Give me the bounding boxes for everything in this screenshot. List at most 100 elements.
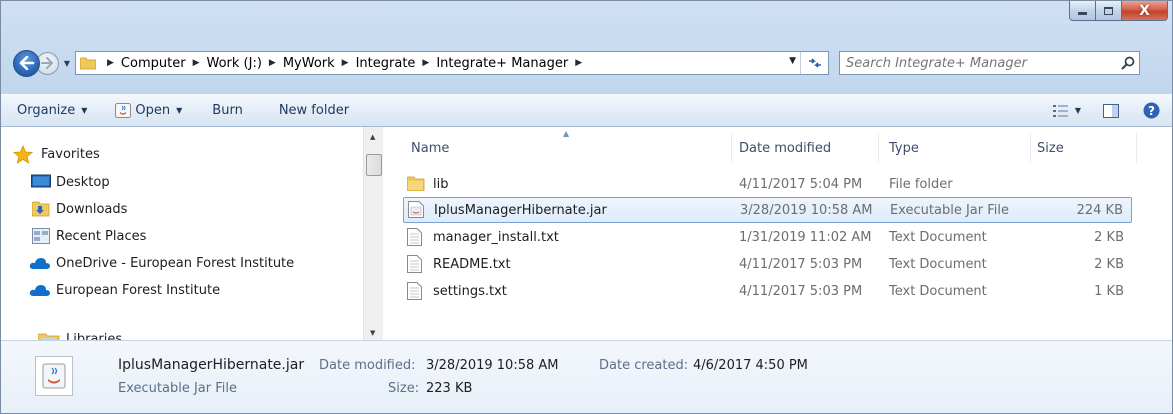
recent-pages-dropdown[interactable]: ▼ — [61, 59, 73, 68]
scroll-down-icon[interactable]: ▼ — [370, 329, 375, 337]
file-name: README.txt — [433, 256, 511, 272]
sort-ascending-icon: ▲ — [563, 129, 570, 138]
breadcrumb-integrate-manager[interactable]: Integrate+ Manager — [436, 56, 568, 71]
sidebar-item-label: Libraries — [66, 332, 123, 340]
file-row-readme-txt[interactable]: README.txt 4/11/2017 5:03 PM Text Docume… — [403, 252, 1132, 278]
favorites-label: Favorites — [41, 147, 100, 162]
column-header-label: Name — [411, 140, 450, 156]
column-divider[interactable] — [878, 133, 879, 163]
burn-button[interactable]: Burn — [212, 103, 243, 118]
navigation-pane-scrollbar[interactable]: ▲ ▼ — [363, 127, 383, 340]
jar-file-icon — [408, 201, 424, 218]
help-button[interactable]: ? — [1143, 102, 1160, 119]
file-type: Text Document — [889, 283, 987, 299]
caption-buttons: X — [1069, 1, 1168, 21]
breadcrumb-work-drive[interactable]: Work (J:) — [206, 56, 261, 71]
file-type: Text Document — [889, 256, 987, 272]
preview-pane-button[interactable] — [1103, 103, 1119, 118]
breadcrumb-computer[interactable]: Computer — [121, 56, 186, 71]
jar-app-icon — [115, 102, 132, 118]
file-row-lib[interactable]: lib 4/11/2017 5:04 PM File folder — [403, 172, 1132, 198]
search-box[interactable] — [839, 51, 1140, 75]
command-bar: Organize ▼ Open ▼ Burn New folder ▼ ? — [1, 94, 1172, 127]
column-header-label: Size — [1037, 140, 1064, 156]
address-bar[interactable]: ▶ Computer ▶ Work (J:) ▶ MyWork ▶ Integr… — [75, 51, 829, 75]
nav-onedrive[interactable]: OneDrive - European Forest Institute — [29, 256, 294, 271]
scroll-up-icon[interactable]: ▲ — [370, 133, 375, 141]
file-type: Executable Jar File — [890, 202, 1009, 218]
new-folder-label: New folder — [278, 102, 350, 118]
column-header-name[interactable]: Name ▲ — [411, 127, 731, 169]
nav-libraries[interactable]: Libraries — [38, 332, 123, 340]
breadcrumb-separator-icon[interactable]: ▶ — [342, 58, 349, 68]
preview-pane-icon — [1103, 103, 1119, 118]
minimize-button[interactable] — [1069, 1, 1096, 21]
file-date: 4/11/2017 5:04 PM — [739, 176, 863, 192]
scrollbar-thumb[interactable] — [366, 154, 382, 176]
recent-places-icon — [32, 228, 50, 244]
desktop-icon — [31, 174, 51, 188]
refresh-button[interactable] — [800, 52, 828, 74]
new-folder-button[interactable]: New folder — [279, 103, 349, 118]
breadcrumb-separator-icon[interactable]: ▶ — [107, 58, 114, 68]
burn-label: Burn — [212, 102, 243, 118]
change-view-button[interactable]: ▼ — [1052, 104, 1081, 117]
navigation-pane: Favorites Desktop Downloads Recent Place… — [1, 127, 367, 340]
nav-downloads[interactable]: Downloads — [32, 201, 128, 217]
maximize-icon — [1104, 6, 1113, 15]
file-row-settings-txt[interactable]: settings.txt 4/11/2017 5:03 PM Text Docu… — [403, 279, 1132, 305]
column-divider[interactable] — [1136, 133, 1137, 163]
column-header-size[interactable]: Size — [1037, 127, 1127, 169]
file-date: 4/11/2017 5:03 PM — [739, 283, 863, 299]
sidebar-item-label: Desktop — [56, 175, 110, 190]
column-divider[interactable] — [1030, 133, 1031, 163]
nav-recent-places[interactable]: Recent Places — [32, 228, 146, 244]
breadcrumb-separator-icon[interactable]: ▶ — [193, 58, 200, 68]
address-dropdown-icon[interactable]: ▼ — [789, 56, 796, 66]
nav-european-forest-institute[interactable]: European Forest Institute — [29, 283, 221, 298]
details-filename: IplusManagerHibernate.jar — [118, 357, 305, 373]
file-size: 2 KB — [1094, 229, 1124, 245]
file-date: 4/11/2017 5:03 PM — [739, 256, 863, 272]
nav-favorites[interactable]: Favorites — [13, 145, 100, 164]
breadcrumb-integrate[interactable]: Integrate — [356, 56, 416, 71]
search-icon[interactable] — [1117, 56, 1139, 70]
organize-button[interactable]: Organize ▼ — [17, 103, 87, 118]
file-name: manager_install.txt — [433, 229, 559, 245]
cloud-icon — [29, 285, 50, 296]
breadcrumb-separator-icon[interactable]: ▶ — [269, 58, 276, 68]
downloads-icon — [32, 201, 50, 217]
help-icon: ? — [1143, 102, 1160, 119]
nav-desktop[interactable]: Desktop — [31, 174, 110, 190]
file-size: 1 KB — [1094, 283, 1124, 299]
sidebar-item-label: European Forest Institute — [56, 283, 221, 298]
details-size-label: Size: — [388, 381, 420, 396]
file-row-manager-install-txt[interactable]: manager_install.txt 1/31/2019 11:02 AM T… — [403, 225, 1132, 251]
file-size: 224 KB — [1076, 202, 1123, 218]
breadcrumb-separator-icon[interactable]: ▶ — [422, 58, 429, 68]
details-size-value: 223 KB — [426, 381, 473, 396]
details-file-icon — [35, 356, 73, 396]
search-input[interactable] — [840, 55, 1117, 71]
column-header-date[interactable]: Date modified — [739, 127, 879, 169]
breadcrumb: ▶ Computer ▶ Work (J:) ▶ MyWork ▶ Integr… — [100, 56, 589, 71]
column-divider[interactable] — [731, 133, 732, 163]
breadcrumb-separator-icon[interactable]: ▶ — [575, 58, 582, 68]
back-button[interactable] — [13, 49, 40, 77]
column-header-label: Date modified — [739, 140, 832, 156]
sidebar-item-label: Downloads — [56, 202, 128, 217]
close-button[interactable]: X — [1122, 1, 1168, 21]
open-button[interactable]: Open ▼ — [115, 102, 182, 118]
open-label: Open — [135, 102, 171, 118]
libraries-icon — [38, 333, 60, 340]
details-modified-value: 3/28/2019 10:58 AM — [426, 358, 559, 373]
chevron-down-icon: ▼ — [81, 105, 88, 115]
file-row-iplusmanagerhibernate-jar[interactable]: IplusManagerHibernate.jar 3/28/2019 10:5… — [403, 197, 1132, 223]
text-file-icon — [407, 228, 422, 246]
file-size: 2 KB — [1094, 256, 1124, 272]
file-name: IplusManagerHibernate.jar — [434, 202, 607, 218]
details-filetype: Executable Jar File — [118, 381, 237, 396]
maximize-button[interactable] — [1096, 1, 1122, 21]
column-header-type[interactable]: Type — [889, 127, 1029, 169]
breadcrumb-mywork[interactable]: MyWork — [283, 56, 335, 71]
